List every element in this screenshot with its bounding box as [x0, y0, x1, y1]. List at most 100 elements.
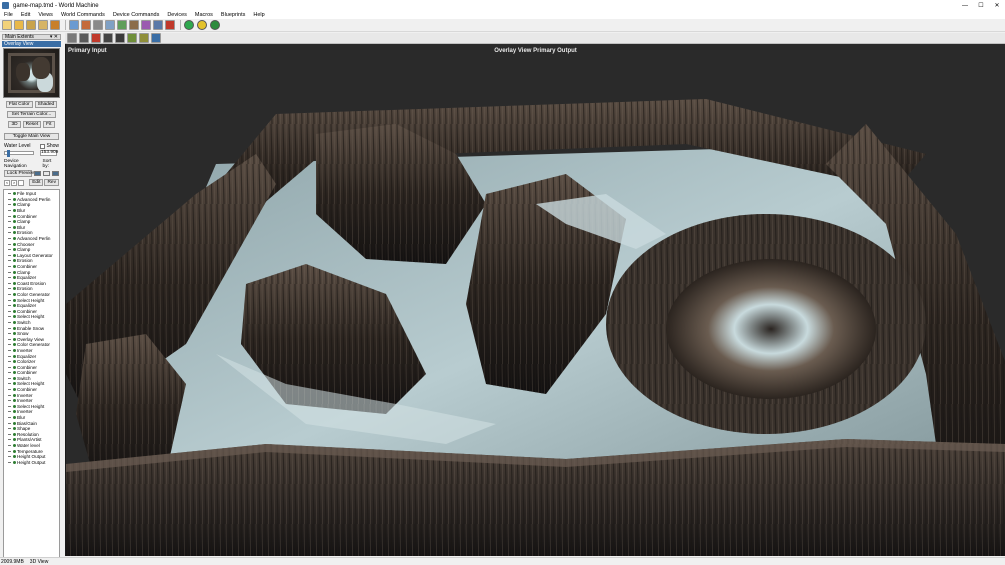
open-folder-icon[interactable]: [14, 20, 24, 30]
rev-button[interactable]: Rev: [44, 179, 59, 186]
menu-help[interactable]: Help: [249, 12, 268, 18]
grid-icon[interactable]: [117, 20, 127, 30]
chart-icon[interactable]: [69, 20, 79, 30]
device-label: Combiner: [17, 370, 37, 376]
device-status-icon: [13, 270, 16, 274]
tree-line: [8, 372, 11, 374]
nav-extra-button[interactable]: [18, 179, 24, 186]
crater-basin: [666, 259, 876, 399]
wireframe-icon[interactable]: [115, 33, 125, 43]
save-as-icon[interactable]: [38, 20, 48, 30]
menu-views[interactable]: Views: [34, 12, 57, 18]
import-icon[interactable]: [50, 20, 60, 30]
texture-icon[interactable]: [139, 33, 149, 43]
shaded-button[interactable]: Shaded: [34, 101, 58, 108]
menu-device-commands[interactable]: Device Commands: [109, 12, 163, 18]
render-icon[interactable]: [165, 20, 175, 30]
water-slider-row: 153.909: [2, 150, 61, 157]
3d-viewport[interactable]: Primary Input Overlay View Primary Outpu…: [65, 44, 1005, 556]
sort-name-icon[interactable]: [34, 171, 41, 176]
show-water-toggle[interactable]: Show: [40, 143, 59, 149]
build-green-icon[interactable]: [184, 20, 194, 30]
device-label: Bias/Gain: [17, 420, 37, 426]
fit-button[interactable]: Fit: [43, 121, 55, 128]
build-world-icon[interactable]: [210, 20, 220, 30]
device-label: Switch: [17, 319, 31, 325]
show-water-checkbox[interactable]: [40, 143, 46, 149]
device-label: Height Output: [17, 454, 46, 460]
3d-button[interactable]: 3D: [8, 121, 21, 128]
new-file-icon[interactable]: [2, 20, 12, 30]
tree-line: [8, 456, 11, 458]
menu-macros[interactable]: Macros: [191, 12, 217, 18]
device-status-icon: [13, 438, 16, 442]
device-status-icon: [13, 304, 16, 308]
device-icon[interactable]: [93, 20, 103, 30]
menu-edit[interactable]: Edit: [17, 12, 34, 18]
flat-color-button[interactable]: Flat Color: [5, 101, 33, 108]
tree-line: [8, 243, 11, 245]
lock-preview-button[interactable]: Lock Preview: [4, 170, 36, 177]
device-status-icon: [13, 371, 16, 375]
device-label: Color Generator: [17, 291, 50, 297]
view-2d-icon[interactable]: [67, 33, 77, 43]
menu-world-commands[interactable]: World Commands: [57, 12, 109, 18]
water-level-value[interactable]: 153.909: [40, 150, 58, 156]
edit-button[interactable]: Edit: [29, 179, 44, 186]
menu-blueprints[interactable]: Blueprints: [217, 12, 249, 18]
maximize-button[interactable]: ☐: [973, 0, 989, 11]
sort-order-icon[interactable]: [52, 171, 59, 176]
device-label: Inverter: [17, 392, 33, 398]
tools-icon[interactable]: [81, 20, 91, 30]
window-controls: — ☐ ✕: [957, 0, 1005, 11]
device-status-icon: [13, 427, 16, 431]
set-terrain-color-button[interactable]: Set Terrain Color...: [7, 111, 56, 118]
tree-line: [8, 288, 11, 290]
overlay-view-label: Overlay View: [2, 41, 61, 47]
menu-devices[interactable]: Devices: [163, 12, 191, 18]
snapshot-icon[interactable]: [153, 20, 163, 30]
record-icon[interactable]: [91, 33, 101, 43]
device-label: Shape: [17, 426, 31, 432]
layout-icon[interactable]: [105, 20, 115, 30]
device-label: Erosion: [17, 286, 33, 292]
main-toolbar: [0, 19, 1005, 32]
nav-next-button[interactable]: >: [11, 179, 17, 186]
camera-icon[interactable]: [103, 33, 113, 43]
device-label: Plants/Artist: [17, 437, 42, 443]
options-icon[interactable]: [151, 33, 161, 43]
device-status-icon: [13, 365, 16, 369]
save-icon[interactable]: [26, 20, 36, 30]
device-label: Advanced Perlin: [17, 196, 51, 202]
terrain-render[interactable]: [66, 44, 1005, 556]
extents-header[interactable]: Main Extents ▾ ✕: [2, 34, 61, 40]
toggle-main-view-button[interactable]: Toggle Main View: [4, 133, 59, 140]
tree-line: [8, 310, 11, 312]
reset-button[interactable]: Reset: [22, 121, 42, 128]
device-label: Combiner: [17, 264, 37, 270]
nav-prev-button[interactable]: <: [4, 179, 10, 186]
menu-file[interactable]: File: [0, 12, 17, 18]
shading-icon[interactable]: [127, 33, 137, 43]
slider-thumb[interactable]: [7, 150, 10, 157]
device-list-item[interactable]: Height Output: [4, 460, 59, 466]
water-level-slider[interactable]: [4, 150, 34, 157]
toolbar-separator: [65, 20, 66, 30]
close-button[interactable]: ✕: [989, 0, 1005, 11]
device-label: Temperature: [17, 448, 43, 454]
palette-icon[interactable]: [141, 20, 151, 30]
build-yellow-icon[interactable]: [197, 20, 207, 30]
tree-line: [8, 232, 11, 234]
device-list[interactable]: File Input Advanced Perlin Clamp Blur Combin…: [3, 189, 60, 560]
device-status-icon: [13, 455, 16, 459]
panel-controls[interactable]: ▾ ✕: [50, 35, 60, 40]
terrain-icon[interactable]: [129, 20, 139, 30]
minimize-button[interactable]: —: [957, 0, 973, 11]
show-label: Show: [46, 143, 59, 149]
preview-thumbnail[interactable]: [3, 48, 60, 98]
tree-line: [8, 249, 11, 251]
sort-type-icon[interactable]: [43, 171, 50, 176]
view-3d-icon[interactable]: [79, 33, 89, 43]
device-status-icon: [13, 253, 16, 257]
tree-line: [8, 277, 11, 279]
